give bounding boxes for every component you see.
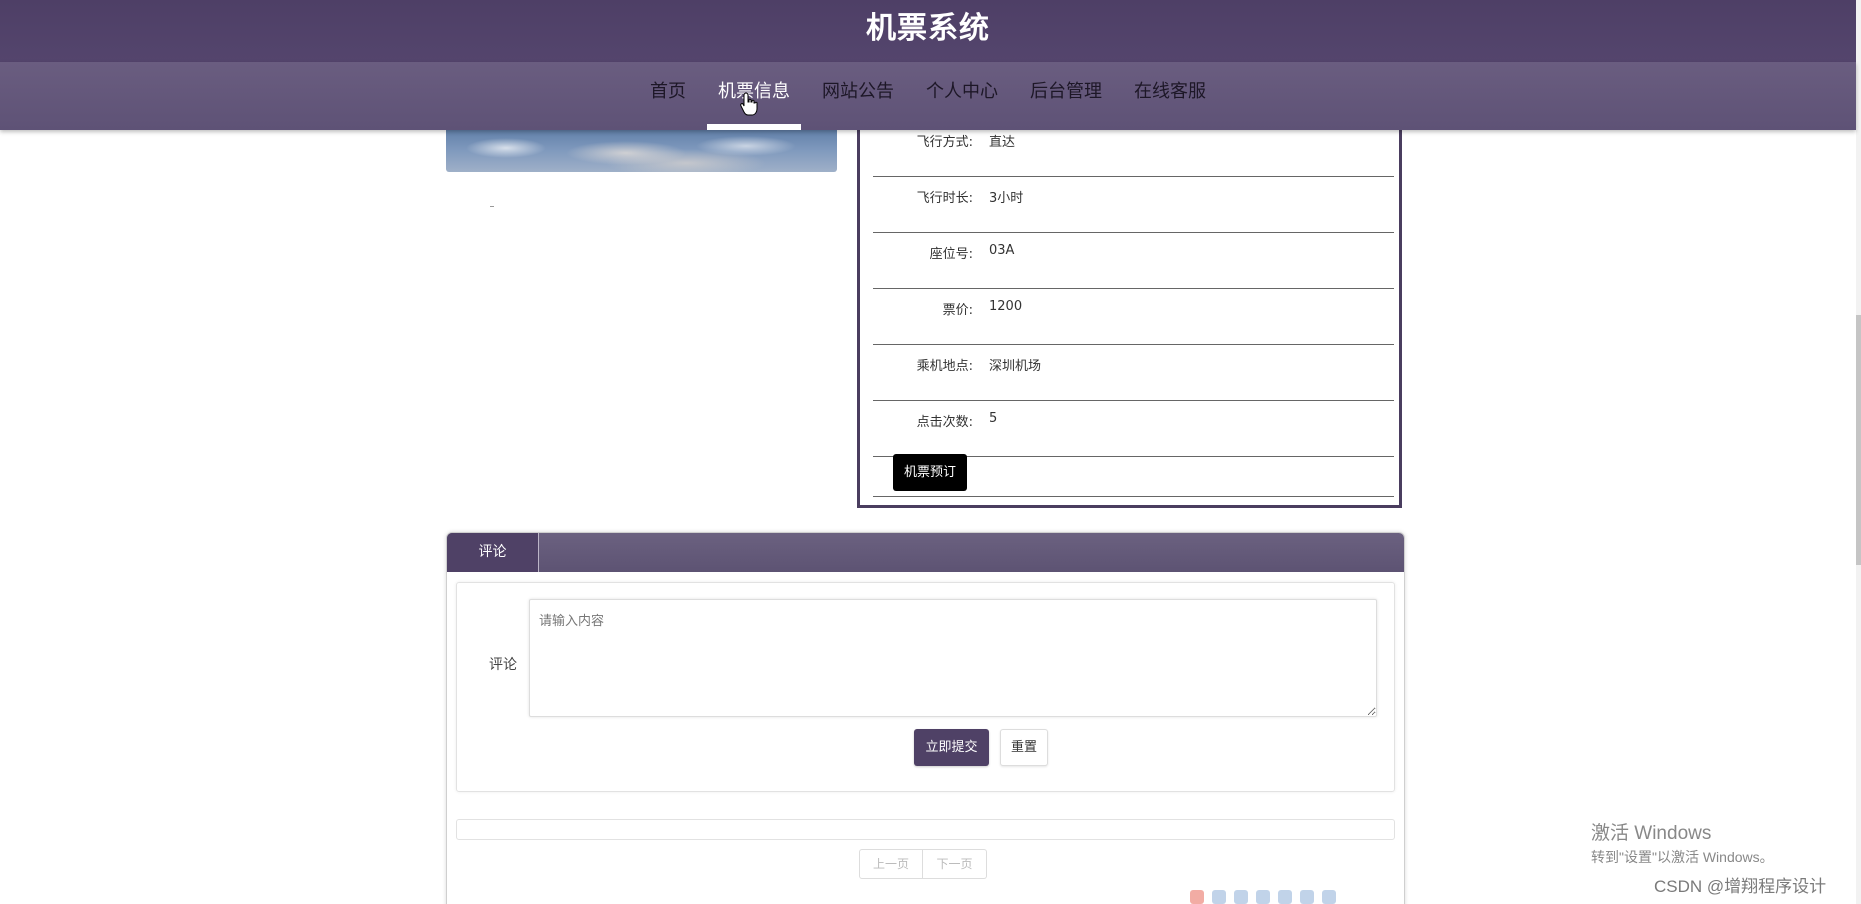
detail-row-price: 票价: 1200 (873, 288, 1394, 345)
comment-field-label: 评论 (489, 657, 517, 673)
detail-value: 直达 (989, 135, 1016, 150)
nav-item-announcements[interactable]: 网站公告 (806, 62, 910, 130)
detail-row-seat: 座位号: 03A (873, 232, 1394, 289)
comment-list (456, 819, 1395, 840)
detail-label: 座位号: (929, 247, 973, 262)
comment-tab-bar: 评论 (447, 533, 1404, 572)
site-title: 机票系统 (0, 0, 1856, 62)
main-nav: 首页 机票信息 网站公告 个人中心 后台管理 在线客服 (0, 62, 1856, 130)
prev-page-button[interactable]: 上一页 (859, 849, 923, 879)
detail-label: 乘机地点: (916, 359, 973, 374)
activation-title: 激活 Windows (1591, 823, 1712, 844)
detail-value: 3小时 (989, 191, 1024, 206)
comment-form: 评论 立即提交 重置 (456, 582, 1395, 792)
ime-keyboard-icon (1278, 890, 1292, 904)
detail-label: 飞行方式: (916, 135, 973, 150)
detail-label: 飞行时长: (916, 191, 973, 206)
nav-item-online-service[interactable]: 在线客服 (1118, 62, 1222, 130)
detail-value: 深圳机场 (989, 359, 1042, 374)
detail-value: 1200 (989, 299, 1023, 314)
pagination: 上一页 下一页 (859, 849, 987, 879)
comment-input[interactable] (529, 599, 1377, 717)
nav-item-personal-center[interactable]: 个人中心 (910, 62, 1014, 130)
page-scrollbar[interactable] (1856, 0, 1861, 904)
ime-logo-icon (1190, 890, 1204, 904)
ime-mode-icon (1212, 890, 1226, 904)
ime-emoji-icon (1256, 890, 1270, 904)
nav-item-admin[interactable]: 后台管理 (1014, 62, 1118, 130)
page-scrollbar-thumb[interactable] (1856, 315, 1861, 565)
detail-row-duration: 飞行时长: 3小时 (873, 176, 1394, 233)
reset-button[interactable]: 重置 (1000, 729, 1048, 766)
divider (873, 496, 1394, 497)
activation-subtitle: 转到"设置"以激活 Windows。 (1591, 849, 1774, 865)
comment-panel: 评论 评论 立即提交 重置 上一页 下一页 (446, 532, 1405, 904)
ime-skin-icon (1300, 890, 1314, 904)
book-ticket-button[interactable]: 机票预订 (893, 454, 967, 491)
detail-row-boarding-location: 乘机地点: 深圳机场 (873, 344, 1394, 401)
next-page-button[interactable]: 下一页 (923, 849, 987, 879)
csdn-watermark: CSDN @增翔程序设计 (1654, 877, 1827, 896)
ime-toolbar (1190, 890, 1336, 904)
tab-comments[interactable]: 评论 (447, 533, 539, 572)
detail-value: 03A (989, 243, 1015, 258)
submit-button[interactable]: 立即提交 (914, 729, 989, 766)
ime-punctuation-icon (1234, 890, 1248, 904)
detail-row-clicks: 点击次数: 5 (873, 400, 1394, 457)
detail-label: 点击次数: (916, 415, 973, 430)
ime-settings-icon (1322, 890, 1336, 904)
windows-activation-watermark: 激活 Windows 转到"设置"以激活 Windows。 (1591, 818, 1774, 867)
image-caption-mark (490, 206, 494, 207)
page: 机票系统 首页 机票信息 网站公告 个人中心 后台管理 在线客服 飞行方式: 直… (0, 0, 1861, 904)
nav-item-home[interactable]: 首页 (634, 62, 702, 130)
detail-value: 5 (989, 411, 998, 426)
flight-image (446, 128, 837, 172)
flight-details: 飞行方式: 直达 飞行时长: 3小时 座位号: 03A 票价: 1200 乘机地… (857, 120, 1402, 508)
detail-label: 票价: (942, 303, 973, 318)
hand-cursor-icon (740, 92, 758, 116)
